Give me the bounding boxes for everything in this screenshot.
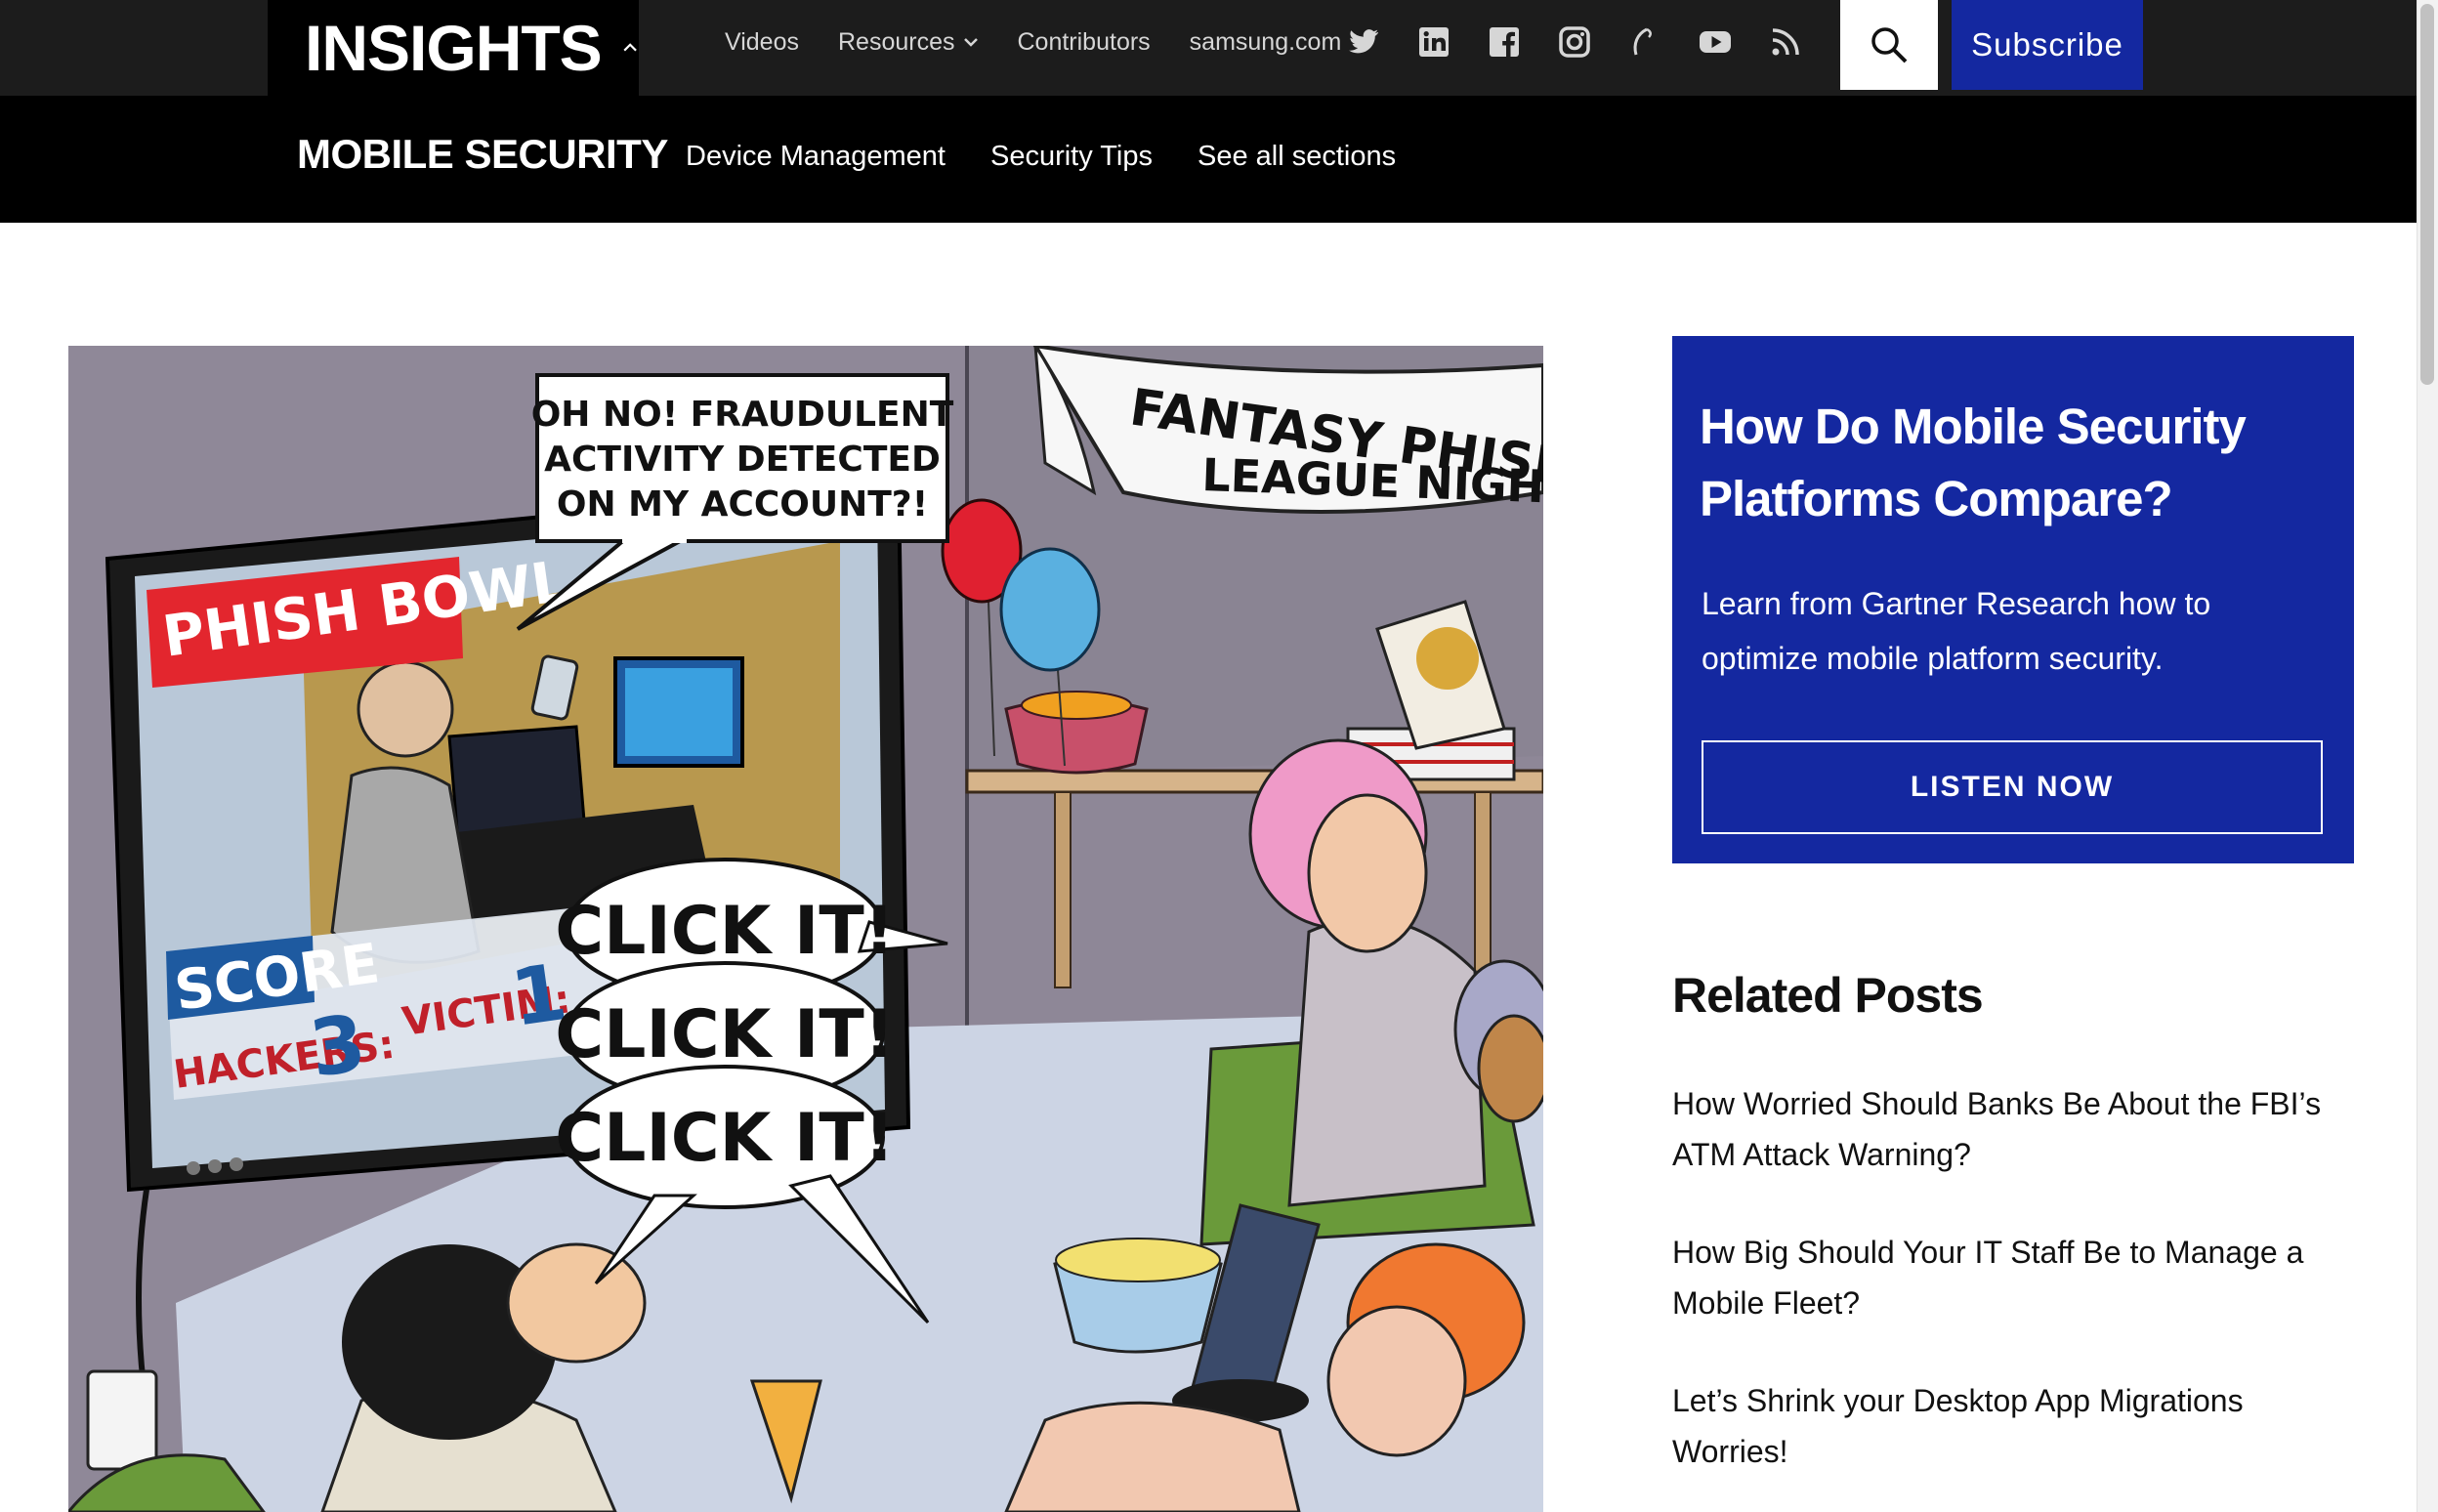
promo-description: Learn from Gartner Research how to optim… — [1702, 586, 2211, 676]
speech-line-1: OH NO! FRAUDULENT — [531, 395, 954, 435]
search-button[interactable] — [1840, 0, 1938, 90]
speech-line-3: ON MY ACCOUNT?! — [557, 484, 928, 525]
related-post-link[interactable]: Let’s Shrink your Desktop App Migrations… — [1672, 1375, 2356, 1477]
subscribe-button[interactable]: Subscribe — [1952, 0, 2143, 90]
nav-contributors[interactable]: Contributors — [1018, 28, 1151, 57]
linkedin-icon[interactable] — [1416, 24, 1451, 60]
hero-comic-illustration: FANTASY PHISHING LEAGUE NIGHT PHISH BOWL… — [68, 346, 1543, 1512]
promo-title[interactable]: How Do Mobile Security Platforms Compare… — [1700, 391, 2325, 535]
related-posts-heading: Related Posts — [1672, 968, 1984, 1023]
listen-now-button[interactable]: LISTEN NOW — [1702, 740, 2323, 834]
nav-videos[interactable]: Videos — [725, 28, 799, 57]
top-navigation-bar: INSIGHTS Videos Resources Contributors s… — [0, 0, 2417, 96]
related-post-link[interactable]: How Worried Should Banks Be About the FB… — [1672, 1078, 2356, 1180]
instagram-icon[interactable] — [1557, 24, 1592, 60]
section-title-mobile-security[interactable]: MOBILE SECURITY — [297, 131, 668, 178]
chant-line-3: CLICK IT! — [555, 1100, 895, 1177]
brand-name: INSIGHTS — [305, 12, 603, 84]
related-post-link[interactable]: How Big Should Your IT Staff Be to Manag… — [1672, 1227, 2356, 1328]
nav-samsung-com[interactable]: samsung.com — [1190, 28, 1342, 57]
top-nav: Videos Resources Contributors samsung.co… — [725, 0, 1380, 84]
youtube-icon[interactable] — [1698, 24, 1733, 60]
nav-resources-label: Resources — [838, 27, 955, 56]
insights-logo-link[interactable]: INSIGHTS — [268, 0, 639, 96]
section-nav: Device Management Security Tips See all … — [686, 141, 1441, 173]
chant-line-1: CLICK IT! — [555, 893, 895, 970]
nav-resources[interactable]: Resources — [838, 28, 979, 57]
chevron-up-icon[interactable] — [621, 31, 639, 64]
flipboard-icon[interactable] — [1627, 24, 1662, 60]
related-posts-list: How Worried Should Banks Be About the FB… — [1672, 1078, 2356, 1512]
rss-icon[interactable] — [1768, 24, 1803, 60]
comic-scene: FANTASY PHISHING LEAGUE NIGHT PHISH BOWL… — [68, 346, 1543, 1512]
speech-line-2: ACTIVITY DETECTED — [544, 440, 941, 480]
search-icon — [1871, 27, 1908, 63]
chant-line-2: CLICK IT! — [555, 996, 895, 1073]
page-scrollbar-thumb[interactable] — [2420, 4, 2434, 385]
chevron-down-icon — [963, 38, 978, 47]
section-link-security-tips[interactable]: Security Tips — [990, 141, 1153, 173]
section-link-device-management[interactable]: Device Management — [686, 141, 946, 173]
social-links — [1346, 0, 1838, 84]
facebook-icon[interactable] — [1487, 24, 1522, 60]
section-navigation-bar: MOBILE SECURITY Device Management Securi… — [0, 96, 2417, 223]
section-link-see-all-sections[interactable]: See all sections — [1198, 141, 1396, 173]
twitter-icon[interactable] — [1346, 24, 1381, 60]
promo-card: How Do Mobile Security Platforms Compare… — [1672, 336, 2354, 863]
